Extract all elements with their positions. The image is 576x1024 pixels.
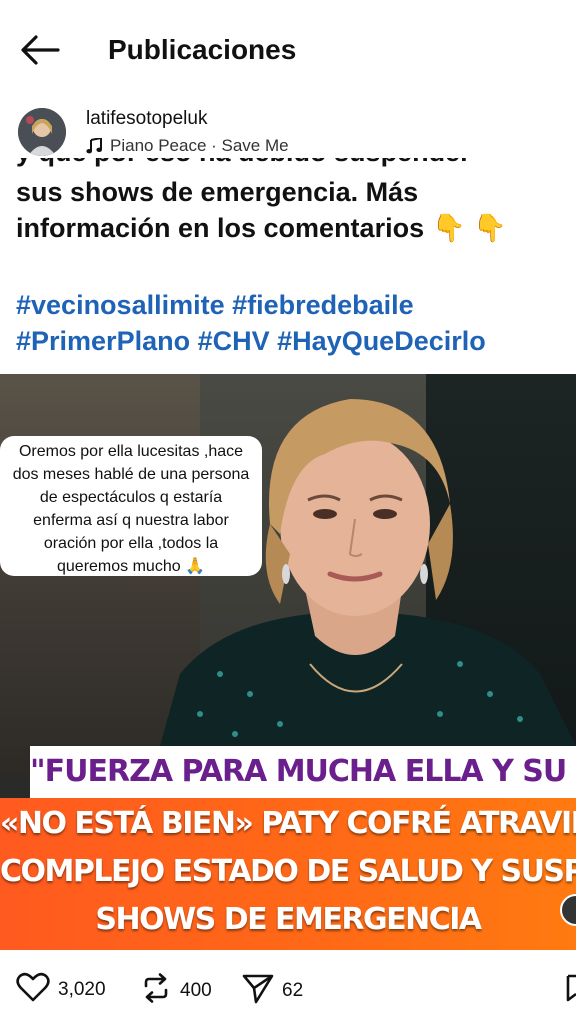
- bubble-line: Oremos por ella lucesitas ,hace: [18, 443, 244, 460]
- bubble-line: dos meses hablé de una persona: [12, 466, 250, 483]
- repost-count: 400: [180, 980, 212, 1001]
- repost-icon: [140, 972, 172, 1010]
- hashtag-link[interactable]: #fiebredebaile: [232, 290, 414, 320]
- page-title: Publicaciones: [108, 34, 297, 65]
- post-author: latifesotopeluk Piano Peace · Save Me: [0, 98, 576, 164]
- music-info[interactable]: Piano Peace · Save Me: [86, 136, 289, 156]
- caption-line-1: sus shows de emergencia. Más: [16, 177, 419, 207]
- pointing-down-emoji: 👇 👇: [432, 213, 507, 243]
- headline-line-3: SHOWS DE EMERGENCIA: [95, 902, 482, 937]
- story-text-bubble: Oremos por ella lucesitas ,hace dos mese…: [0, 436, 262, 576]
- like-count: 3,020: [58, 979, 106, 1000]
- bubble-line: enferma así q nuestra labor: [33, 512, 229, 529]
- bookmark-icon[interactable]: [562, 974, 576, 1002]
- heart-icon: [16, 972, 50, 1008]
- music-text: Piano Peace · Save Me: [110, 136, 289, 155]
- caption-clipped-line: y que por eso ha debido suspender: [16, 158, 471, 170]
- headline-line-2: COMPLEJO ESTADO DE SALUD Y SUSPENDE SUS: [0, 854, 576, 889]
- hashtags: #vecinosallimite #fiebredebaile #PrimerP…: [16, 287, 566, 359]
- username[interactable]: latifesotopeluk: [86, 108, 207, 130]
- bubble-line: de espectáculos q estaría: [39, 489, 223, 506]
- repost-button[interactable]: 400: [140, 972, 212, 1010]
- headline-banner: «NO ESTÁ BIEN» PATY COFRÉ ATRAVIESA COMP…: [0, 798, 576, 950]
- bubble-line: oración por ella ,todos la: [43, 535, 219, 552]
- send-icon: [242, 972, 274, 1010]
- quote-banner: "FUERZA PARA MUCHA ELLA Y SU FAMILIA ": [30, 746, 576, 798]
- action-bar: 3,020 400 62: [0, 950, 576, 1024]
- share-button[interactable]: 62: [242, 972, 303, 1010]
- top-bar: Publicaciones: [0, 0, 576, 96]
- music-note-icon: [86, 138, 102, 154]
- hashtag-link[interactable]: #PrimerPlano: [16, 326, 190, 356]
- like-button[interactable]: 3,020: [16, 972, 106, 1008]
- headline-line-1: «NO ESTÁ BIEN» PATY COFRÉ ATRAVIESA: [0, 806, 576, 841]
- hashtag-link[interactable]: #CHV: [198, 326, 270, 356]
- avatar[interactable]: [18, 108, 66, 156]
- caption-line-2-text: información en los comentarios: [16, 213, 425, 243]
- hashtag-link[interactable]: #vecinosallimite: [16, 290, 225, 320]
- post-image[interactable]: Oremos por ella lucesitas ,hace dos mese…: [0, 374, 576, 950]
- hashtag-link[interactable]: #HayQueDecirlo: [277, 326, 486, 356]
- back-arrow-icon[interactable]: [18, 30, 62, 70]
- caption-line-2: información en los comentarios 👇 👇: [16, 210, 566, 246]
- share-count: 62: [282, 980, 304, 1001]
- bubble-line: queremos mucho 🙏: [57, 558, 205, 575]
- post-caption: y que por eso ha debido suspender sus sh…: [16, 158, 566, 246]
